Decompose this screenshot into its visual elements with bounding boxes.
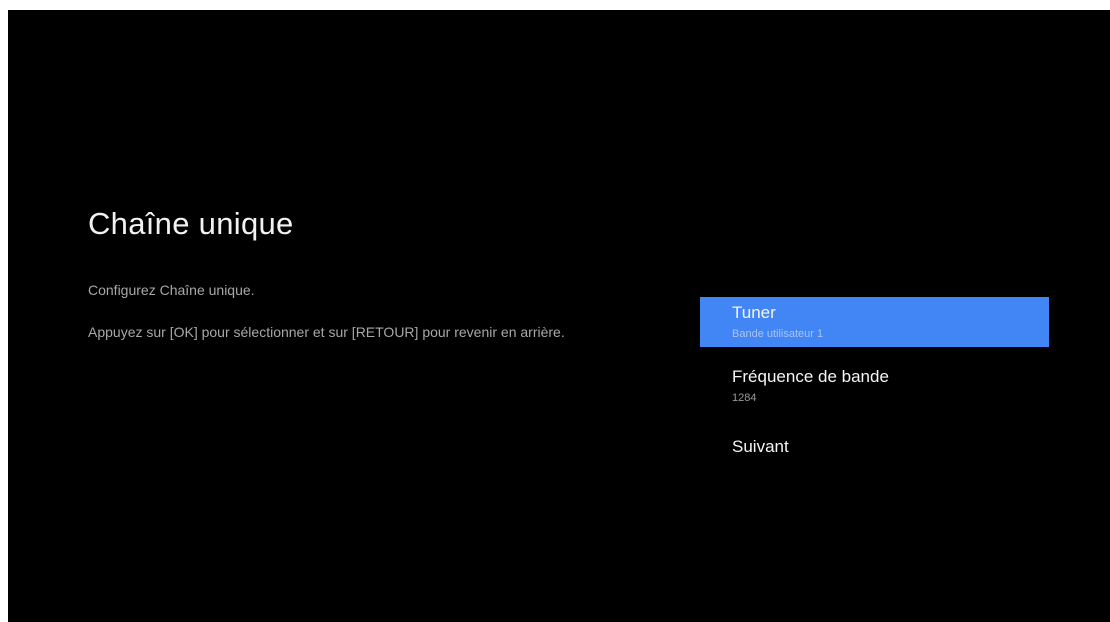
menu-item-value: 1284 [732,392,757,404]
menu-item-band-frequency[interactable]: Fréquence de bande 1284 [700,361,1049,411]
menu-item-value: Bande utilisateur 1 [732,328,824,340]
instructions-text: Appuyez sur [OK] pour sélectionner et su… [88,324,565,340]
settings-menu: Tuner Bande utilisateur 1 Fréquence de b… [700,297,1049,489]
page-title: Chaîne unique [88,206,294,241]
menu-item-label: Suivant [732,437,789,456]
tv-screen: Chaîne unique Configurez Chaîne unique. … [8,10,1110,622]
description-text: Configurez Chaîne unique. [88,282,255,298]
menu-item-tuner[interactable]: Tuner Bande utilisateur 1 [700,297,1049,347]
menu-item-next[interactable]: Suivant [700,425,1049,475]
menu-item-label: Fréquence de bande [732,367,889,386]
menu-item-label: Tuner [732,303,776,322]
